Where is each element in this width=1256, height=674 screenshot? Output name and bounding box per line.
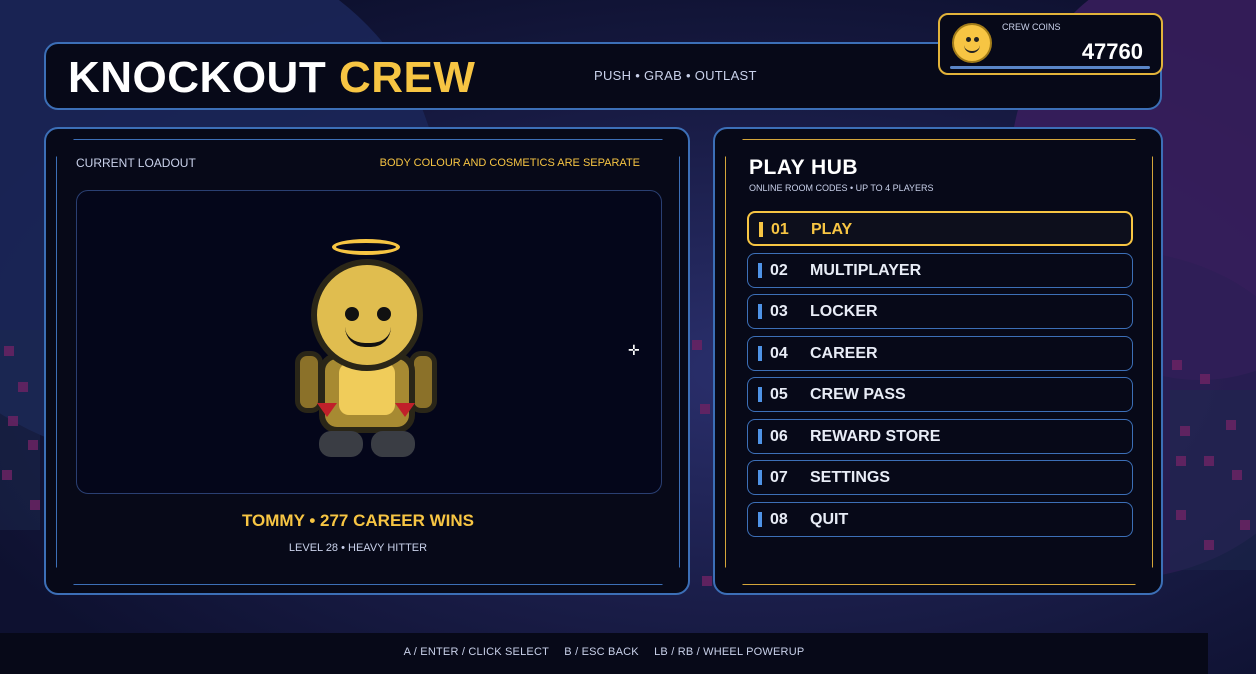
loadout-label: CURRENT LOADOUT: [76, 156, 196, 170]
menu-item-label: MULTIPLAYER: [810, 261, 922, 279]
menu-item-number: 05: [770, 386, 788, 403]
hint-powerup: LB / RB / WHEEL POWERUP: [654, 646, 805, 658]
coins-bar: [950, 66, 1150, 69]
player-name-wins: TOMMY • 277 CAREER WINS: [241, 511, 475, 530]
menu-item-number: 07: [770, 469, 788, 486]
hint-back: B / ESC BACK: [564, 646, 639, 658]
menu-item-number: 08: [770, 510, 788, 528]
menu-item-label: REWARD STORE: [810, 427, 941, 445]
crosshair-cursor-icon: ✛: [628, 342, 640, 358]
crew-coins-panel: CREW COINS 47760: [938, 13, 1163, 75]
menu-item-number: 01: [771, 221, 789, 238]
loadout-panel: CURRENT LOADOUT BODY COLOUR AND COSMETIC…: [44, 127, 690, 595]
menu-item-settings[interactable]: 07 SETTINGS: [747, 460, 1133, 495]
game-title: KNOCKOUT CREW: [68, 56, 475, 100]
player-level-title: LEVEL 28 • HEAVY HITTER: [288, 542, 428, 554]
menu-item-multiplayer[interactable]: 02 MULTIPLAYER: [747, 252, 1133, 288]
play-hub-panel: PLAY HUB ONLINE ROOM CODES • UP TO 4 PLA…: [713, 127, 1163, 595]
menu-item-career[interactable]: 04 CAREER: [747, 335, 1133, 371]
menu-item-label: LOCKER: [810, 303, 878, 320]
game-title-accent: CREW: [338, 53, 476, 102]
smiley-coin-icon: [952, 23, 992, 63]
play-hub-title: PLAY HUB: [749, 156, 859, 179]
control-hints: A / ENTER / CLICK SELECT B / ESC BACK LB…: [0, 646, 1208, 658]
coins-value: 47760: [1081, 39, 1143, 64]
tagline: PUSH • GRAB • OUTLAST: [594, 68, 757, 83]
loadout-note: BODY COLOUR AND COSMETICS ARE SEPARATE: [379, 157, 640, 169]
halo-cosmetic: [332, 239, 400, 255]
menu-item-locker[interactable]: 03 LOCKER: [747, 294, 1133, 329]
menu-item-label: SETTINGS: [810, 469, 891, 486]
menu-item-label: CAREER: [810, 344, 878, 362]
menu-item-number: 06: [770, 427, 788, 445]
game-title-main: KNOCKOUT: [68, 53, 327, 102]
menu-item-play[interactable]: 01 PLAY: [747, 211, 1133, 246]
menu-item-label: QUIT: [810, 510, 849, 528]
character-preview[interactable]: ✛: [76, 190, 662, 494]
main-menu: 01 PLAY 02 MULTIPLAYER 03 LOCKER 04 CARE…: [747, 211, 1133, 543]
character-model: [295, 235, 445, 459]
menu-item-number: 04: [770, 344, 788, 362]
menu-item-quit[interactable]: 08 QUIT: [747, 501, 1133, 537]
menu-item-label: PLAY: [811, 221, 853, 238]
menu-item-reward-store[interactable]: 06 REWARD STORE: [747, 418, 1133, 454]
menu-item-crew-pass[interactable]: 05 CREW PASS: [747, 377, 1133, 412]
coins-label: CREW COINS: [1002, 22, 1061, 32]
menu-item-number: 02: [770, 261, 788, 279]
play-hub-subtitle: ONLINE ROOM CODES • UP TO 4 PLAYERS: [749, 183, 934, 193]
menu-item-label: CREW PASS: [810, 386, 906, 403]
menu-item-number: 03: [770, 303, 788, 320]
hint-select: A / ENTER / CLICK SELECT: [403, 646, 550, 658]
controls-footer: A / ENTER / CLICK SELECT B / ESC BACK LB…: [0, 633, 1208, 674]
